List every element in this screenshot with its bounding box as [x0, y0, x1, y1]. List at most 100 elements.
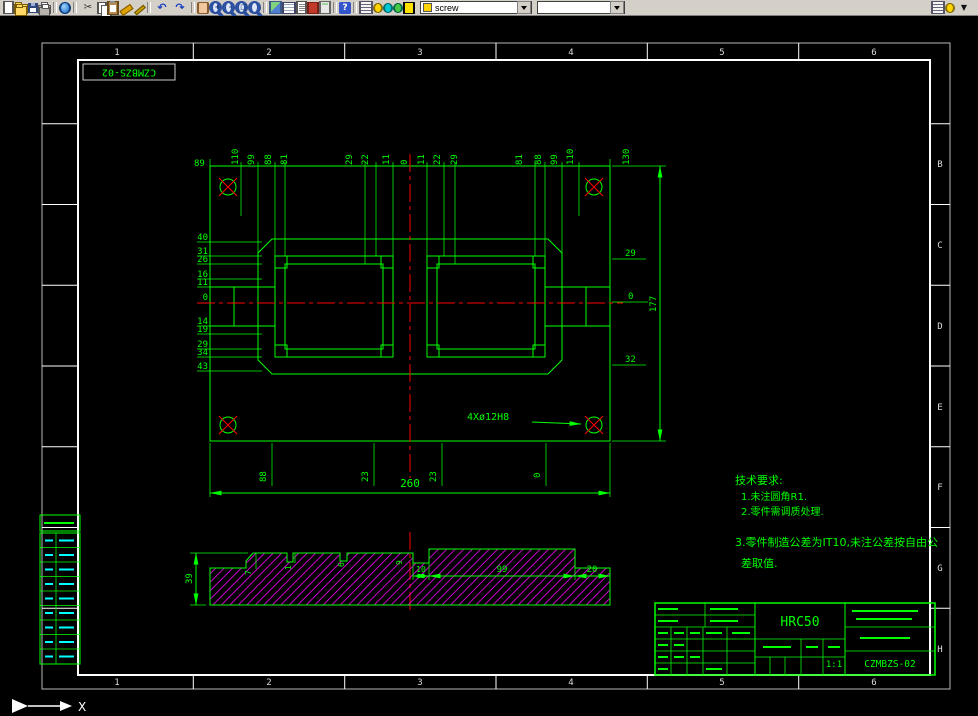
centerlines — [197, 154, 623, 614]
zone-col-label: 2 — [266, 678, 271, 688]
tech-req-line: 1.未注圆角R1. — [741, 490, 807, 503]
web-publish-icon[interactable] — [59, 1, 71, 14]
dim-label: 23 — [429, 471, 439, 482]
hole-note: 4Xø12H8 — [467, 412, 509, 423]
new-file-icon[interactable] — [3, 1, 14, 14]
separator — [145, 1, 153, 15]
zone-col-label: 6 — [871, 48, 876, 58]
design-center-icon[interactable] — [269, 1, 282, 14]
section-view: 39 7 1 6 9 10 99 20 — [185, 548, 611, 606]
color-combo[interactable] — [537, 1, 625, 14]
copy-icon[interactable] — [97, 1, 112, 17]
zone-row-label: G — [937, 564, 942, 574]
pan-icon[interactable] — [197, 1, 209, 14]
separator — [331, 1, 339, 15]
dim-label: 110 — [566, 149, 576, 165]
layer-states-icon[interactable] — [931, 1, 945, 14]
zone-col-label: 3 — [417, 48, 422, 58]
dim-label: 11 — [197, 278, 208, 288]
dim-label: 99 — [247, 154, 257, 165]
layer-color-icon — [423, 3, 432, 12]
print-icon[interactable] — [38, 2, 51, 16]
redo-icon[interactable]: ↷ — [171, 1, 189, 15]
dim-label: 22 — [361, 154, 371, 165]
layer-combo[interactable]: screw — [420, 1, 532, 14]
dim-label: 99 — [550, 154, 560, 165]
zone-col-label: 1 — [114, 48, 119, 58]
zone-col-label: 5 — [719, 678, 724, 688]
zone-row-label: E — [937, 403, 942, 413]
layer-on-icon[interactable] — [373, 2, 383, 13]
toolbar-options-icon[interactable]: ▼ — [955, 1, 973, 15]
dim-label: 34 — [197, 348, 208, 358]
dim-label: 29 — [345, 154, 355, 165]
dim-label: 29 — [450, 154, 460, 165]
dim-label: 19 — [197, 325, 208, 335]
edit-pen-icon[interactable] — [132, 2, 145, 14]
part-label-box: CZMBZS-02 — [82, 63, 176, 81]
zone-row-label: C — [937, 241, 942, 251]
dim-label: 32 — [625, 355, 636, 365]
dim-label: 23 — [361, 471, 371, 482]
paste-icon[interactable] — [107, 0, 119, 15]
cut-icon[interactable]: ✂ — [79, 1, 97, 15]
markup-icon[interactable] — [307, 1, 319, 14]
dim-label: 0 — [628, 292, 633, 302]
layer-combo-dropdown-icon[interactable] — [517, 1, 531, 14]
table-icon[interactable] — [282, 1, 296, 14]
dim-label: 6 — [337, 562, 346, 567]
dim-label: 110 — [231, 149, 241, 165]
technical-requirements: 技术要求: 1.未注圆角R1. 2.零件需调质处理. 3.零件制造公差为IT10… — [735, 474, 938, 570]
part-label: CZMBZS-02 — [102, 67, 156, 78]
drawing-canvas[interactable]: 1 2 3 4 5 6 1 2 3 4 5 6 B C D E F G H CZ… — [0, 16, 978, 716]
undo-icon[interactable]: ↶ — [153, 1, 171, 15]
make-layer-current-icon[interactable] — [945, 2, 955, 13]
zone-row-label: B — [937, 160, 942, 170]
zone-col-label: 3 — [417, 678, 422, 688]
separator — [189, 1, 197, 15]
dim-label: 22 — [433, 154, 443, 165]
dim-label: 89 — [194, 159, 205, 169]
dim-label: 99 — [497, 565, 508, 575]
dim-label: 81 — [280, 154, 290, 165]
section-profile — [209, 548, 611, 606]
zone-col-label: 2 — [266, 48, 271, 58]
zone-row-label: F — [937, 483, 942, 493]
dim-label: 0 — [533, 473, 543, 478]
color-combo-dropdown-icon[interactable] — [610, 1, 624, 14]
color-swatch-icon[interactable] — [403, 1, 415, 14]
format-painter-icon[interactable] — [119, 2, 132, 14]
layer-freeze-icon[interactable] — [383, 2, 393, 13]
layer-manager-icon[interactable] — [359, 1, 373, 14]
dim-label: 29 — [625, 249, 636, 259]
layer-unlock-icon[interactable] — [393, 2, 403, 13]
parts-table — [39, 514, 81, 665]
dim-label: 26 — [197, 255, 208, 265]
dim-label: 20 — [587, 565, 598, 575]
dim-label: 40 — [197, 233, 208, 243]
dim-label: 0 — [203, 293, 208, 303]
zone-row-label: D — [937, 322, 942, 332]
dim-label: 43 — [197, 362, 208, 372]
dim-label: 88 — [534, 154, 544, 165]
dim-label: 81 — [515, 154, 525, 165]
zoom-out-icon[interactable]: - — [222, 1, 235, 14]
dim-label: 9 — [395, 560, 404, 565]
zone-col-label: 5 — [719, 48, 724, 58]
tech-req-title: 技术要求: — [735, 474, 783, 487]
calculator-icon[interactable] — [319, 1, 331, 14]
zoom-extents-icon[interactable] — [248, 1, 261, 14]
help-icon[interactable]: ? — [339, 1, 351, 14]
ucs-axis-icon: X — [12, 699, 86, 714]
tech-req-line: 3.零件制造公差为IT10,未注公差按自由公 — [735, 535, 938, 549]
zone-col-label: 6 — [871, 678, 876, 688]
separator — [261, 1, 269, 15]
open-file-icon[interactable] — [14, 2, 28, 16]
dimension-lines — [197, 159, 666, 497]
dim-label: 88 — [259, 471, 269, 482]
title-block: HRC50 1:1 CZMBZS-02 — [654, 602, 936, 676]
zoom-window-icon[interactable]: □ — [235, 1, 248, 14]
zoom-in-icon[interactable]: + — [209, 1, 222, 14]
properties-icon[interactable] — [296, 1, 307, 14]
save-file-icon[interactable] — [28, 2, 38, 13]
